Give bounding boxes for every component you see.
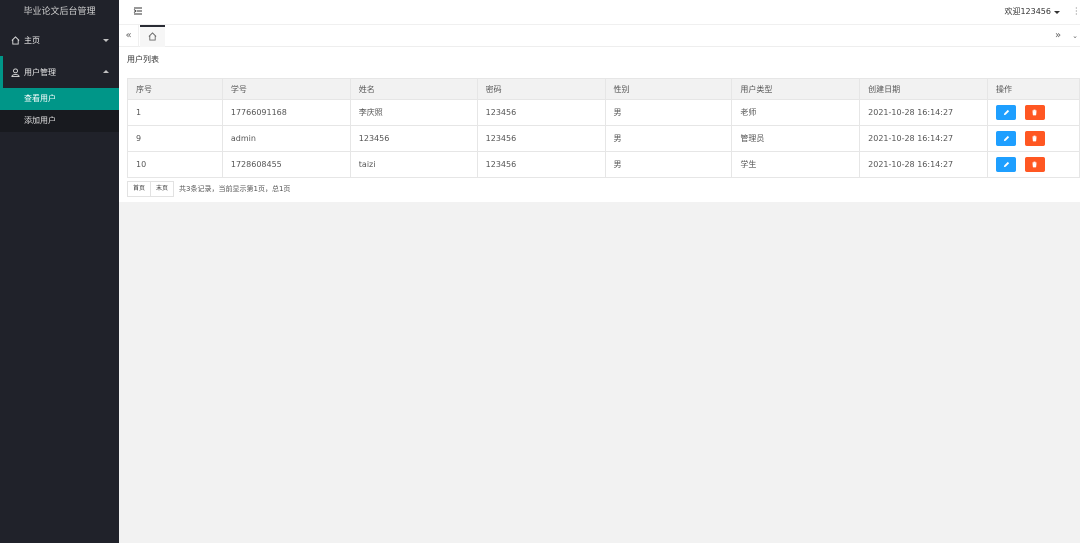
home-icon xyxy=(148,31,157,43)
actions-cell xyxy=(987,151,1080,178)
table-row: 9 admin 123456 123456 男 管理员 2021-10-28 1… xyxy=(127,125,1080,152)
table-cell: 123456 xyxy=(349,125,478,152)
caret-down-icon xyxy=(1054,10,1060,14)
tab-scroll-right-icon[interactable]: » xyxy=(1050,25,1066,47)
trash-icon xyxy=(1025,157,1045,172)
table-cell: 2021-10-28 16:14:27 xyxy=(859,125,989,152)
table-cell: 男 xyxy=(604,151,733,178)
last-page-button[interactable]: 末页 xyxy=(151,181,175,197)
home-icon xyxy=(10,35,20,45)
table-cell: 9 xyxy=(127,125,223,152)
pencil-icon xyxy=(996,105,1016,120)
pencil-icon xyxy=(996,131,1016,146)
table-cell: 男 xyxy=(604,125,733,152)
user-icon xyxy=(10,67,20,77)
tab-home[interactable] xyxy=(140,25,165,47)
table-cell: 管理员 xyxy=(731,125,861,152)
user-welcome-label: 欢迎123456 xyxy=(1004,7,1051,16)
sidebar: 毕业论文后台管理 主页 用户管理 查看用户 添加用户 xyxy=(0,0,119,543)
column-header: 密码 xyxy=(476,78,606,100)
table-cell: 1728608455 xyxy=(221,151,351,178)
tabs-bar: « » ⌄ xyxy=(119,24,1080,47)
column-header: 学号 xyxy=(221,78,351,100)
pencil-icon xyxy=(996,157,1016,172)
table-row: 10 1728608455 taizi 123456 男 学生 2021-10-… xyxy=(127,151,1080,178)
edit-button[interactable] xyxy=(996,131,1017,146)
table-cell: 123456 xyxy=(476,151,606,178)
table-header-row: 序号 学号 姓名 密码 性别 用户类型 创建日期 操作 xyxy=(127,78,1080,100)
actions-cell xyxy=(987,99,1080,126)
table-cell: 10 xyxy=(127,151,223,178)
actions-cell xyxy=(987,125,1080,152)
delete-button[interactable] xyxy=(1024,131,1045,146)
edit-button[interactable] xyxy=(996,157,1017,172)
sidebar-item-user-management[interactable]: 用户管理 xyxy=(0,56,119,88)
table-row: 1 17766091168 李庆照 123456 男 老师 2021-10-28… xyxy=(127,99,1080,126)
more-icon[interactable]: · · · xyxy=(1075,5,1078,19)
table-cell: 123456 xyxy=(476,125,606,152)
column-header: 序号 xyxy=(127,78,223,100)
chevron-down-icon xyxy=(103,39,109,42)
tab-scroll-left-icon[interactable]: « xyxy=(119,25,139,47)
sidebar-item-label: 主页 xyxy=(24,35,40,45)
column-header: 创建日期 xyxy=(859,78,989,100)
user-list-card: 用户列表 序号 学号 姓名 密码 性别 用户类型 创建日期 操作 1 17766… xyxy=(119,47,1080,202)
delete-button[interactable] xyxy=(1024,157,1045,172)
sidebar-item-label: 用户管理 xyxy=(24,67,56,77)
table-cell: 123456 xyxy=(476,99,606,126)
column-header: 性别 xyxy=(604,78,733,100)
page-title: 用户列表 xyxy=(127,55,159,64)
column-header: 操作 xyxy=(987,78,1080,100)
sidebar-item-add-user[interactable]: 添加用户 xyxy=(0,110,119,132)
menu-toggle-icon[interactable] xyxy=(133,6,143,16)
table-cell: taizi xyxy=(349,151,478,178)
column-header: 姓名 xyxy=(349,78,478,100)
table-cell: 男 xyxy=(604,99,733,126)
table-cell: 17766091168 xyxy=(221,99,351,126)
table-cell: 2021-10-28 16:14:27 xyxy=(859,99,989,126)
edit-button[interactable] xyxy=(996,105,1017,120)
delete-button[interactable] xyxy=(1024,105,1045,120)
top-header: 欢迎123456 · · · xyxy=(119,0,1080,24)
sidebar-item-view-users[interactable]: 查看用户 xyxy=(0,88,119,110)
table-cell: 学生 xyxy=(731,151,861,178)
trash-icon xyxy=(1025,131,1045,146)
user-menu[interactable]: 欢迎123456 xyxy=(1004,0,1060,24)
first-page-button[interactable]: 首页 xyxy=(127,181,152,197)
table-cell: 2021-10-28 16:14:27 xyxy=(859,151,989,178)
table-cell: 老师 xyxy=(731,99,861,126)
chevron-up-icon xyxy=(103,70,109,73)
table-cell: 1 xyxy=(127,99,223,126)
sidebar-item-home[interactable]: 主页 xyxy=(0,24,119,56)
column-header: 用户类型 xyxy=(731,78,861,100)
tab-options-icon[interactable]: ⌄ xyxy=(1070,25,1080,47)
pagination: 首页 末页 共3条记录，当前显示第1页，总1页 xyxy=(127,181,290,197)
user-table: 序号 学号 姓名 密码 性别 用户类型 创建日期 操作 1 1776609116… xyxy=(127,78,1080,178)
trash-icon xyxy=(1025,105,1045,120)
pagination-info: 共3条记录，当前显示第1页，总1页 xyxy=(179,185,291,193)
submenu-user-management: 查看用户 添加用户 xyxy=(0,88,119,132)
app-title: 毕业论文后台管理 xyxy=(23,7,96,17)
table-cell: admin xyxy=(221,125,351,152)
table-cell: 李庆照 xyxy=(349,99,478,126)
